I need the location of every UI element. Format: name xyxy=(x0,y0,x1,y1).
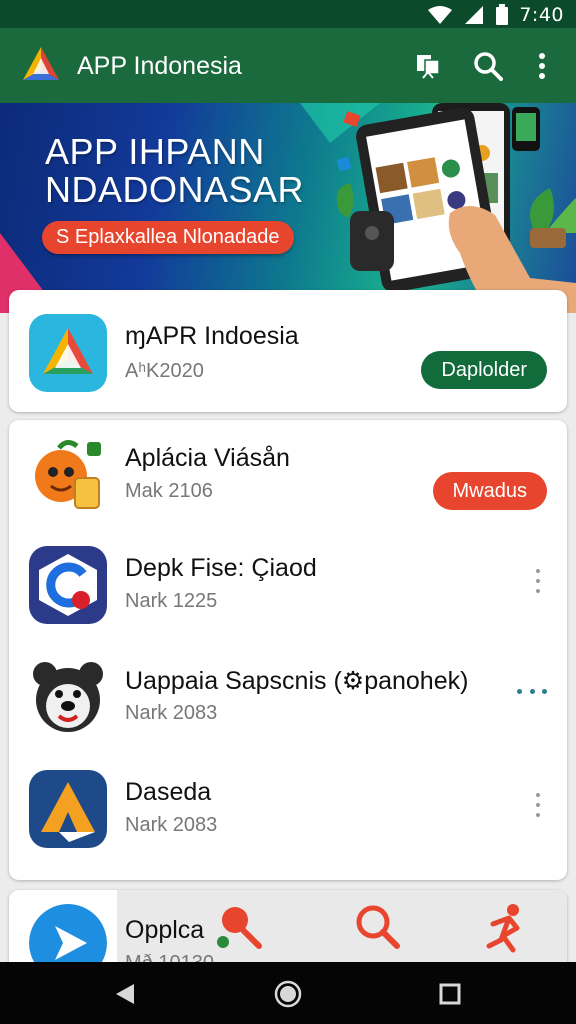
app-subtitle: Nark 2083 xyxy=(125,702,218,724)
app-subtitle: Mak 2106 xyxy=(125,480,213,502)
battery-icon xyxy=(496,4,509,25)
wifi-icon xyxy=(428,6,453,24)
home-circle-icon xyxy=(274,980,302,1008)
app-name: Daseda xyxy=(125,778,212,806)
banner-title: APP IHPANN NDADONASAR xyxy=(45,133,304,209)
app-title: APP Indonesia xyxy=(77,52,242,80)
search-icon xyxy=(474,52,503,81)
orange-mascot-icon xyxy=(29,436,107,514)
phone-hand-illustration xyxy=(336,103,576,313)
install-button[interactable]: Mwadus xyxy=(432,472,547,510)
more-vert-icon xyxy=(539,53,545,79)
list-item[interactable]: Uappaia Sapscnis (⚙panohek) Nark 2083 xyxy=(9,642,567,754)
signal-icon xyxy=(465,6,484,24)
app-name: Uappaia Sapscnis (⚙panohek) xyxy=(125,667,469,695)
app-name: Aplácia Viásån xyxy=(125,444,290,472)
system-nav-bar xyxy=(0,962,576,1024)
app-name: Depk Fise: Çiaod xyxy=(125,554,317,582)
recents-button[interactable] xyxy=(433,977,467,1011)
status-icons: 7:40 xyxy=(427,4,564,26)
app-list-card: Aplácia Viásån Mak 2106 Mwadus Depk Fise… xyxy=(9,420,567,880)
banner-title-line1: APP IHPANN xyxy=(45,131,265,172)
featured-app-icon xyxy=(29,314,107,392)
app-name: Opplca xyxy=(125,916,205,944)
search-icon xyxy=(356,905,400,949)
location-pin-icon xyxy=(217,907,262,949)
status-bar: 7:40 xyxy=(0,0,576,28)
search-action-button[interactable] xyxy=(349,900,405,956)
back-button[interactable] xyxy=(108,977,142,1011)
app-bar: APP Indonesia xyxy=(0,28,576,103)
search-button[interactable] xyxy=(468,46,508,86)
bear-app-icon xyxy=(29,658,107,736)
featured-app-name: ɱAPR Indoesia xyxy=(125,322,299,350)
featured-app-card[interactable]: ɱAPR Indoesia AʰK2020 Daplolder xyxy=(9,290,567,412)
promo-banner[interactable]: APP IHPANN NDADONASAR S Eplaxkallea Nlon… xyxy=(0,103,576,313)
more-options-button[interactable] xyxy=(531,790,545,820)
back-triangle-icon xyxy=(116,984,134,1004)
featured-download-button[interactable]: Daplolder xyxy=(421,351,547,389)
list-item[interactable]: Depk Fise: Çiaod Nark 1225 xyxy=(9,530,567,642)
fitness-button[interactable] xyxy=(479,900,535,956)
share-button[interactable] xyxy=(408,46,448,86)
banner-title-line2: NDADONASAR xyxy=(45,169,305,210)
list-item[interactable]: Aplácia Viásån Mak 2106 Mwadus xyxy=(9,420,567,530)
runner-icon xyxy=(486,904,520,953)
home-button[interactable] xyxy=(271,977,305,1011)
status-time: 7:40 xyxy=(519,4,564,26)
app-logo xyxy=(23,47,59,80)
more-options-button[interactable] xyxy=(517,684,547,698)
app-subtitle: Nark 1225 xyxy=(125,590,218,612)
featured-app-subtitle: AʰK2020 xyxy=(125,360,204,382)
recents-square-icon xyxy=(439,983,461,1005)
location-pin-button[interactable] xyxy=(209,900,265,956)
overflow-menu-button[interactable] xyxy=(522,46,562,86)
daseda-app-icon xyxy=(29,770,107,848)
banner-pill[interactable]: S Eplaxkallea Nlonadade xyxy=(42,221,294,254)
blue-c-app-icon xyxy=(29,546,107,624)
list-item[interactable]: Daseda Nark 2083 xyxy=(9,754,567,866)
share-icon xyxy=(417,55,440,79)
app-subtitle: Nark 2083 xyxy=(125,814,218,836)
more-options-button[interactable] xyxy=(531,566,545,596)
